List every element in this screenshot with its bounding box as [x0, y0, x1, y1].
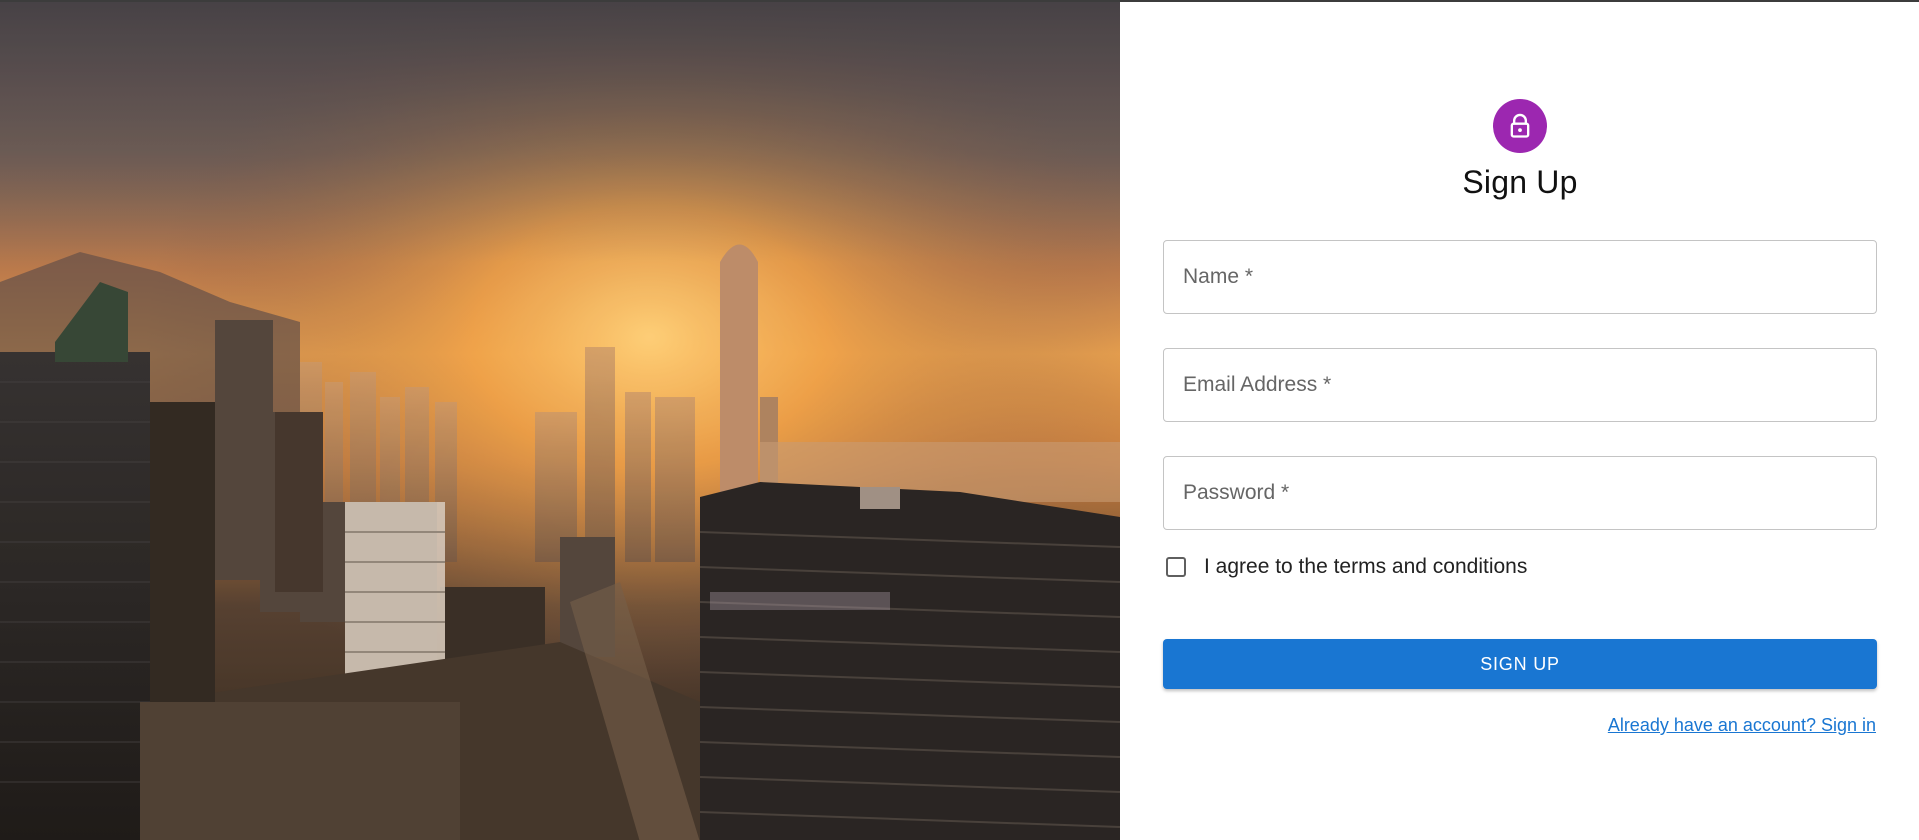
- terms-row: I agree to the terms and conditions: [1163, 555, 1527, 579]
- terms-label: I agree to the terms and conditions: [1204, 555, 1528, 578]
- avatar: [1493, 99, 1547, 153]
- signup-button[interactable]: SIGN UP: [1163, 639, 1877, 689]
- email-field[interactable]: Email Address *: [1163, 348, 1877, 422]
- password-input[interactable]: [1164, 457, 1876, 529]
- name-field[interactable]: Name *: [1163, 240, 1877, 314]
- terms-checkbox[interactable]: [1166, 557, 1186, 577]
- city-skyline-illustration: [0, 2, 1120, 840]
- lock-icon: [1510, 113, 1530, 138]
- hero-city-photo: [0, 2, 1120, 840]
- signup-page: Sign Up Name * Email Address * Password …: [0, 0, 1919, 840]
- name-input[interactable]: [1164, 241, 1876, 313]
- password-field[interactable]: Password *: [1163, 456, 1877, 530]
- signin-link[interactable]: Already have an account? Sign in: [1608, 715, 1876, 736]
- email-input[interactable]: [1164, 349, 1876, 421]
- signup-form-panel: Sign Up Name * Email Address * Password …: [1120, 2, 1919, 840]
- page-title: Sign Up: [1462, 164, 1578, 200]
